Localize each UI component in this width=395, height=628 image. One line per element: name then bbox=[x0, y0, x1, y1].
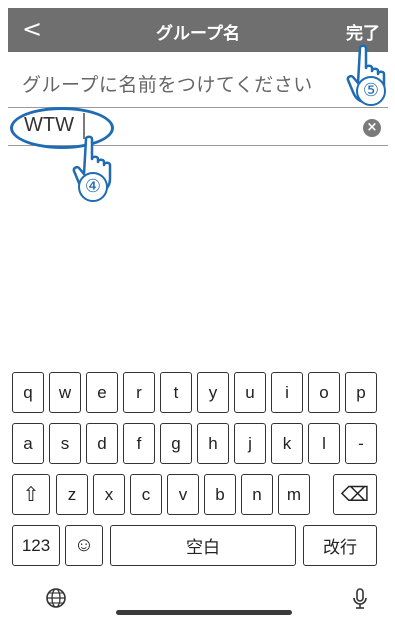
delete-key[interactable]: ⌫ bbox=[333, 474, 377, 515]
done-button[interactable]: 完了 bbox=[346, 19, 380, 44]
key-o[interactable]: o bbox=[308, 372, 340, 413]
key-y[interactable]: y bbox=[197, 372, 229, 413]
globe-icon[interactable] bbox=[45, 587, 67, 609]
key-p[interactable]: p bbox=[345, 372, 377, 413]
key-f[interactable]: f bbox=[123, 423, 155, 464]
key-g[interactable]: g bbox=[160, 423, 192, 464]
emoji-key[interactable]: ☺ bbox=[65, 525, 103, 566]
page-title: グループ名 bbox=[156, 24, 240, 44]
key-hyphen[interactable]: - bbox=[345, 423, 377, 464]
key-k[interactable]: k bbox=[271, 423, 303, 464]
key-u[interactable]: u bbox=[234, 372, 266, 413]
key-m[interactable]: m bbox=[278, 474, 310, 515]
home-indicator bbox=[116, 610, 292, 615]
key-c[interactable]: c bbox=[130, 474, 162, 515]
key-a[interactable]: a bbox=[12, 423, 44, 464]
key-t[interactable]: t bbox=[160, 372, 192, 413]
key-s[interactable]: s bbox=[49, 423, 81, 464]
key-w[interactable]: w bbox=[49, 372, 81, 413]
clear-icon[interactable]: × bbox=[363, 119, 381, 137]
shift-key[interactable]: ⇧ bbox=[12, 474, 50, 515]
key-h[interactable]: h bbox=[197, 423, 229, 464]
key-d[interactable]: d bbox=[86, 423, 118, 464]
key-l[interactable]: l bbox=[308, 423, 340, 464]
key-q[interactable]: q bbox=[12, 372, 44, 413]
key-j[interactable]: j bbox=[234, 423, 266, 464]
step-4-badge: ④ bbox=[78, 172, 108, 202]
return-key[interactable]: 改行 bbox=[303, 525, 377, 566]
key-i[interactable]: i bbox=[271, 372, 303, 413]
key-x[interactable]: x bbox=[93, 474, 125, 515]
instruction-text: グループに名前をつけてください bbox=[22, 74, 313, 96]
step-5-badge: ⑤ bbox=[356, 76, 386, 106]
key-z[interactable]: z bbox=[56, 474, 88, 515]
mic-icon[interactable] bbox=[351, 587, 369, 611]
key-b[interactable]: b bbox=[204, 474, 236, 515]
numbers-key[interactable]: 123 bbox=[12, 525, 60, 566]
space-key[interactable]: 空白 bbox=[110, 525, 296, 566]
key-r[interactable]: r bbox=[123, 372, 155, 413]
key-v[interactable]: v bbox=[167, 474, 199, 515]
key-n[interactable]: n bbox=[241, 474, 273, 515]
key-e[interactable]: e bbox=[86, 372, 118, 413]
nav-header: < グループ名 完了 bbox=[8, 8, 388, 52]
